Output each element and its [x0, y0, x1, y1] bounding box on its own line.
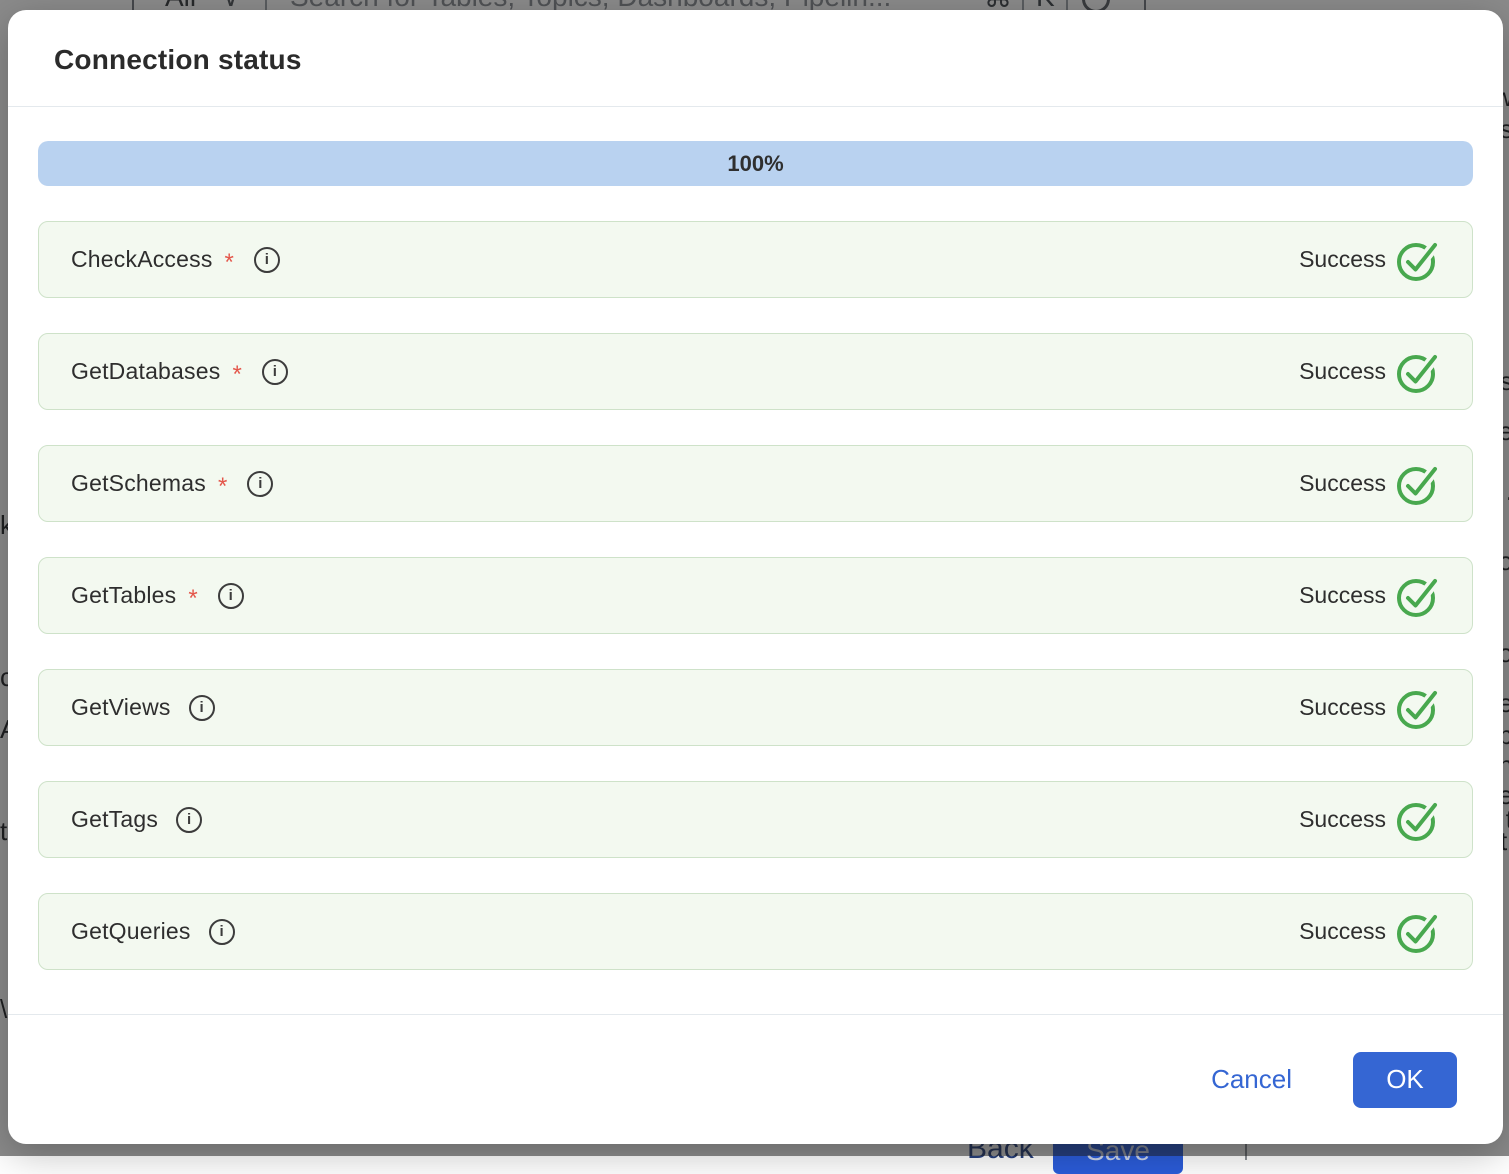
connection-step-row: CheckAccess * i Success — [38, 221, 1473, 298]
progress-bar: 100% — [38, 141, 1473, 186]
connection-step-row: GetDatabases * i Success — [38, 333, 1473, 410]
success-check-icon — [1396, 910, 1440, 954]
success-check-icon — [1396, 686, 1440, 730]
connection-step-row: GetQueries i Success — [38, 893, 1473, 970]
step-name: GetSchemas — [71, 470, 206, 497]
step-right-group: Success — [1299, 462, 1440, 506]
step-name: GetTables — [71, 582, 176, 609]
status-label: Success — [1299, 582, 1386, 609]
step-left-group: GetTables * i — [71, 579, 244, 613]
step-right-group: Success — [1299, 686, 1440, 730]
success-check-icon — [1396, 350, 1440, 394]
info-icon[interactable]: i — [176, 807, 202, 833]
status-label: Success — [1299, 694, 1386, 721]
step-right-group: Success — [1299, 574, 1440, 618]
info-icon[interactable]: i — [218, 583, 244, 609]
success-check-icon — [1396, 462, 1440, 506]
connection-step-row: GetSchemas * i Success — [38, 445, 1473, 522]
steps-list: CheckAccess * i Success GetDatabases * i… — [38, 221, 1473, 970]
modal-title: Connection status — [54, 44, 302, 75]
step-name: GetViews — [71, 694, 171, 721]
success-check-icon — [1396, 798, 1440, 842]
step-left-group: GetViews i — [71, 694, 215, 721]
step-left-group: GetSchemas * i — [71, 467, 273, 501]
step-name: GetQueries — [71, 918, 191, 945]
status-label: Success — [1299, 806, 1386, 833]
status-label: Success — [1299, 358, 1386, 385]
status-label: Success — [1299, 470, 1386, 497]
success-check-icon — [1396, 574, 1440, 618]
step-right-group: Success — [1299, 910, 1440, 954]
step-name: GetDatabases — [71, 358, 220, 385]
step-right-group: Success — [1299, 798, 1440, 842]
step-right-group: Success — [1299, 350, 1440, 394]
modal-footer: Cancel OK — [8, 1014, 1503, 1144]
progress-percentage: 100% — [38, 141, 1473, 186]
info-icon[interactable]: i — [247, 471, 273, 497]
info-icon[interactable]: i — [209, 919, 235, 945]
info-icon[interactable]: i — [262, 359, 288, 385]
step-right-group: Success — [1299, 238, 1440, 282]
connection-step-row: GetTables * i Success — [38, 557, 1473, 634]
info-icon[interactable]: i — [254, 247, 280, 273]
step-left-group: GetDatabases * i — [71, 355, 288, 389]
connection-status-modal: Connection status 100% CheckAccess * i S… — [8, 10, 1503, 1144]
step-name: CheckAccess — [71, 246, 213, 273]
step-left-group: GetTags i — [71, 806, 202, 833]
cancel-button[interactable]: Cancel — [1205, 1063, 1298, 1096]
ok-button[interactable]: OK — [1353, 1052, 1457, 1108]
info-icon[interactable]: i — [189, 695, 215, 721]
required-asterisk: * — [218, 473, 227, 501]
status-label: Success — [1299, 246, 1386, 273]
success-check-icon — [1396, 238, 1440, 282]
required-asterisk: * — [225, 249, 234, 277]
modal-header: Connection status — [8, 10, 1503, 107]
required-asterisk: * — [232, 361, 241, 389]
connection-step-row: GetTags i Success — [38, 781, 1473, 858]
status-label: Success — [1299, 918, 1386, 945]
step-left-group: GetQueries i — [71, 918, 235, 945]
required-asterisk: * — [188, 585, 197, 613]
connection-step-row: GetViews i Success — [38, 669, 1473, 746]
step-left-group: CheckAccess * i — [71, 243, 280, 277]
modal-body: 100% CheckAccess * i Success GetDatabase… — [8, 107, 1503, 1014]
step-name: GetTags — [71, 806, 158, 833]
